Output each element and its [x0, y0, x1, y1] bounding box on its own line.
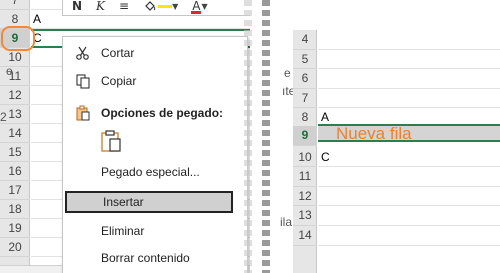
font-color-swatch [191, 10, 202, 14]
sheet-row[interactable]: 11 [293, 167, 500, 187]
row-number[interactable]: 18 [0, 200, 30, 219]
row-number[interactable]: 14 [293, 226, 317, 246]
left-excel-panel: 7 8 A 9 C 10 11 12 13 14 15 16 17 18 19 … [0, 0, 250, 273]
sheet-row[interactable]: 14 [293, 226, 500, 246]
sheet-row[interactable]: 12 [293, 187, 500, 207]
sheet-row[interactable]: 10 C [293, 148, 500, 168]
menu-item-label: Eliminar [101, 224, 145, 238]
paste-clipboard-icon[interactable] [99, 129, 123, 153]
background-fragment: ila [280, 215, 293, 229]
menu-item-cortar[interactable]: Cortar [63, 42, 249, 64]
row-number[interactable]: 14 [0, 124, 30, 143]
sheet-row[interactable]: 13 [293, 206, 500, 226]
menu-item-copiar[interactable]: Copiar [63, 70, 249, 92]
sheet-row[interactable]: 6 [293, 69, 500, 89]
menu-item-borrar-contenido[interactable]: Borrar contenido [63, 247, 249, 269]
chevron-down-icon: ▼ [172, 1, 179, 11]
menu-item-label: Cortar [101, 46, 135, 60]
row-number[interactable]: 5 [293, 50, 317, 70]
italic-button[interactable]: K [96, 0, 105, 13]
scissors-icon [76, 46, 89, 60]
sheet-row[interactable]: 4 [293, 30, 500, 50]
background-fragment: e [284, 66, 291, 80]
copy-icon [76, 74, 90, 89]
cell-value[interactable]: C [318, 148, 330, 168]
chevron-down-icon: ▼ [201, 1, 208, 11]
cell-value[interactable]: A [31, 10, 41, 29]
torn-edge-divider [244, 0, 252, 273]
new-row-annotation: Nueva fila [336, 124, 412, 143]
menu-item-label: Borrar contenido [101, 251, 190, 265]
background-fragment: e [6, 64, 13, 78]
sheet-row[interactable]: 7 [293, 89, 500, 109]
row-number[interactable]: 15 [0, 143, 30, 162]
menu-item-insertar[interactable]: Insertar [65, 191, 233, 213]
mini-format-toolbar: N K ≡ ▼ A ▼ [62, 0, 250, 16]
bold-button[interactable]: N [72, 0, 82, 13]
menu-item-label: Insertar [103, 195, 144, 209]
menu-item-pegado-especial[interactable]: Pegado especial... [63, 161, 249, 183]
paint-bucket-icon [145, 1, 156, 11]
menu-item-label: Copiar [101, 74, 137, 88]
row-number[interactable]: 11 [0, 67, 30, 86]
row-number[interactable]: 10 [293, 148, 317, 168]
row-number[interactable]: 6 [293, 69, 317, 89]
row-number[interactable]: 7 [293, 89, 317, 109]
row-number[interactable]: 12 [293, 187, 317, 207]
row-number[interactable]: 12 [0, 86, 30, 105]
row-number[interactable]: 13 [293, 206, 317, 226]
background-fragment: 2 [0, 110, 7, 124]
right-excel-panel: 4 5 6 7 8A 9 Nueva fila 10 C 11 12 13 14 [293, 30, 500, 273]
context-menu: Cortar Copiar Opciones de pegado: Pegado… [62, 36, 248, 273]
row-number[interactable]: 20 [0, 238, 30, 257]
sheet-row[interactable]: 5 [293, 50, 500, 70]
row-number[interactable]: 10 [0, 48, 30, 67]
align-button[interactable]: ≡ [119, 0, 129, 13]
menu-paste-options-header: Opciones de pegado: [63, 102, 249, 124]
row-number[interactable]: 11 [293, 167, 317, 187]
menu-item-label: Pegado especial... [101, 165, 200, 179]
font-color-button[interactable]: A ▼ [191, 0, 208, 14]
row-number[interactable]: 9 [293, 126, 317, 146]
row-number[interactable]: 4 [293, 30, 317, 50]
row-number[interactable]: 16 [0, 162, 30, 181]
row-number[interactable]: 7 [0, 0, 30, 10]
grid-line [318, 244, 500, 246]
row-number[interactable]: 17 [0, 181, 30, 200]
menu-item-label: Opciones de pegado: [101, 106, 224, 120]
fill-color-button[interactable]: ▼ [143, 0, 178, 13]
fill-color-swatch [158, 4, 173, 8]
row-number[interactable]: 19 [0, 219, 30, 238]
menu-item-eliminar[interactable]: Eliminar [63, 220, 249, 242]
torn-edge-divider [262, 0, 270, 273]
paste-options-icon [76, 105, 90, 121]
